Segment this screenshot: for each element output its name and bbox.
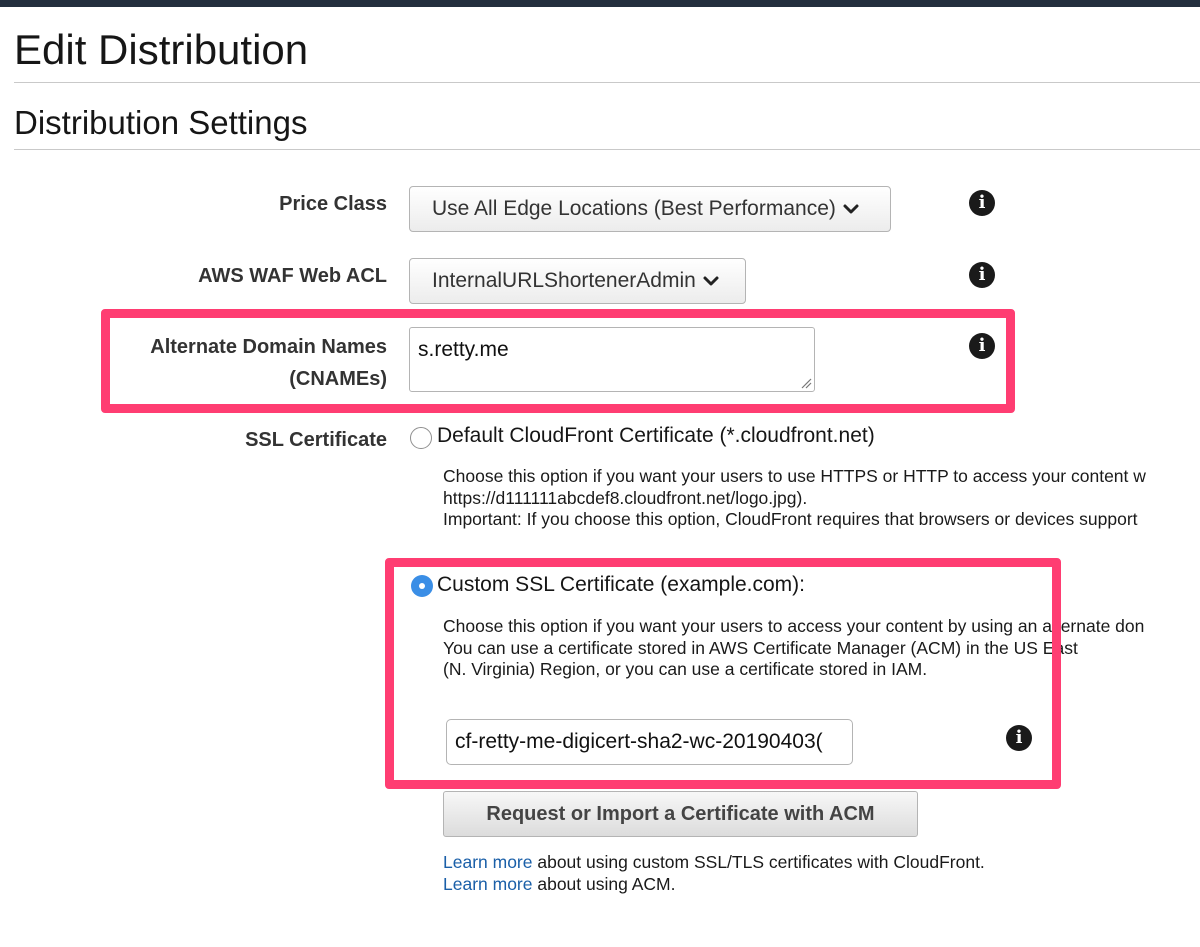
cnames-textarea[interactable]: s.retty.me	[409, 327, 815, 392]
learn-more-acm-line: Learn more about using ACM.	[443, 873, 676, 895]
waf-info-icon[interactable]: i	[969, 262, 995, 288]
ssl-certificate-label: SSL Certificate	[245, 429, 387, 451]
default-desc-line3: Important: If you choose this option, Cl…	[443, 509, 1138, 529]
custom-certificate-label[interactable]: Custom SSL Certificate (example.com):	[437, 571, 805, 599]
section-title: Distribution Settings	[14, 104, 308, 141]
cnames-info-icon[interactable]: i	[969, 333, 995, 359]
custom-desc-line3: (N. Virginia) Region, or you can use a c…	[443, 659, 928, 679]
page-title: Edit Distribution	[14, 26, 309, 73]
request-import-acm-button[interactable]: Request or Import a Certificate with ACM	[443, 791, 918, 837]
title-divider	[14, 82, 1200, 83]
top-nav-bar	[0, 0, 1200, 7]
custom-certificate-description: Choose this option if you want your user…	[443, 616, 1144, 681]
price-class-label: Price Class	[279, 193, 387, 215]
learn-more-ssl-text: about using custom SSL/TLS certificates …	[532, 852, 985, 872]
price-class-value: Use All Edge Locations (Best Performance…	[432, 197, 836, 220]
section-divider	[14, 149, 1200, 150]
waf-value: InternalURLShortenerAdmin	[432, 269, 696, 292]
resize-grip-icon[interactable]	[800, 377, 812, 389]
default-certificate-description: Choose this option if you want your user…	[443, 466, 1146, 531]
learn-more-acm-link[interactable]: Learn more	[443, 874, 533, 894]
price-class-info-icon[interactable]: i	[969, 190, 995, 216]
certificate-info-icon[interactable]: i	[1006, 725, 1032, 751]
custom-desc-line2: You can use a certificate stored in AWS …	[443, 637, 1078, 658]
certificate-input[interactable]: cf-retty-me-digicert-sha2-wc-20190403(	[446, 719, 853, 765]
chevron-down-icon	[843, 204, 859, 214]
waf-label: AWS WAF Web ACL	[198, 265, 387, 287]
default-certificate-radio[interactable]	[410, 427, 432, 449]
learn-more-ssl-line: Learn more about using custom SSL/TLS ce…	[443, 851, 985, 873]
custom-certificate-radio[interactable]	[411, 575, 433, 597]
default-desc-line2: https://d111111abcdef8.cloudfront.net/lo…	[443, 487, 808, 508]
default-desc-line1: Choose this option if you want your user…	[443, 466, 1146, 486]
custom-desc-line1: Choose this option if you want your user…	[443, 616, 1145, 636]
default-certificate-label[interactable]: Default CloudFront Certificate (*.cloudf…	[437, 422, 875, 450]
cnames-label: Alternate Domain Names (CNAMEs)	[150, 331, 387, 395]
waf-select[interactable]: InternalURLShortenerAdmin	[409, 258, 746, 304]
cnames-label-line1: Alternate Domain Names	[150, 336, 387, 358]
cnames-label-line2: (CNAMEs)	[289, 368, 387, 390]
learn-more-ssl-link[interactable]: Learn more	[443, 852, 533, 872]
price-class-select[interactable]: Use All Edge Locations (Best Performance…	[409, 186, 891, 232]
learn-more-acm-text: about using ACM.	[532, 874, 676, 894]
cnames-value: s.retty.me	[418, 338, 509, 361]
chevron-down-icon	[703, 276, 719, 286]
